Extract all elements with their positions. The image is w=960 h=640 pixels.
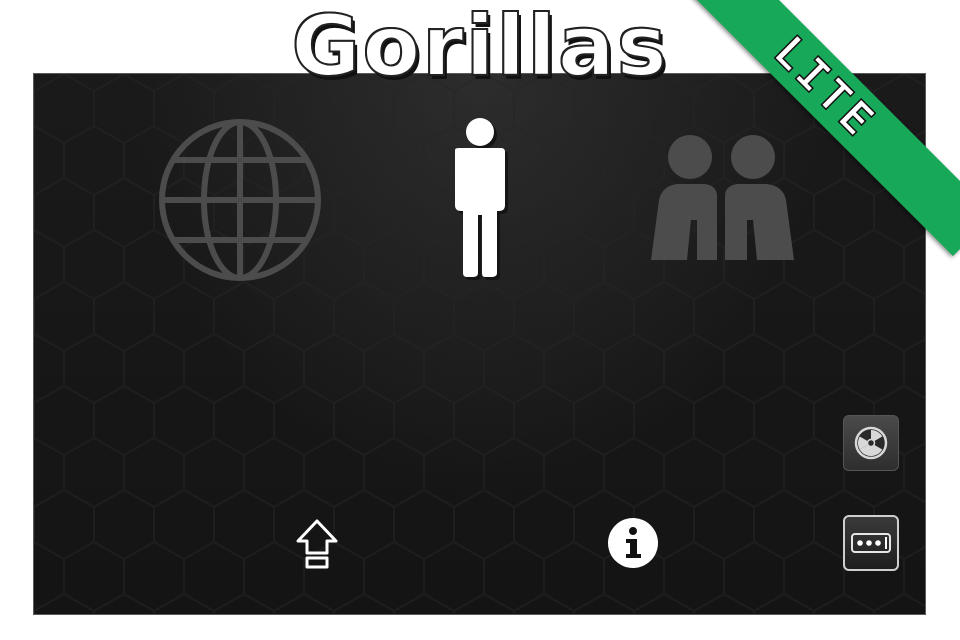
globe-icon — [159, 119, 321, 281]
radiation-button[interactable] — [843, 415, 899, 471]
single-person-icon — [455, 118, 508, 280]
two-people-icon — [651, 135, 794, 260]
mode-online-button[interactable] — [155, 115, 325, 289]
mode-single-player-button[interactable] — [445, 115, 515, 289]
more-menu-button[interactable] — [843, 515, 899, 571]
upgrade-button[interactable] — [292, 517, 342, 575]
more-dots-icon — [851, 533, 891, 553]
info-button[interactable] — [605, 515, 661, 575]
upgrade-arrow-icon — [296, 519, 338, 569]
radiation-icon — [854, 426, 888, 460]
info-icon — [608, 518, 658, 568]
mode-multiplayer-button[interactable] — [645, 130, 800, 269]
